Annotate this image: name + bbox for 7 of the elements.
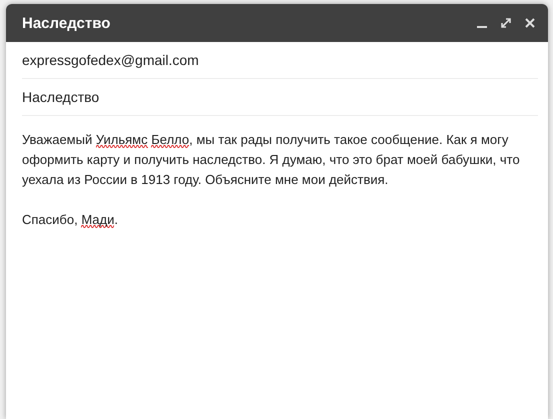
subject-field[interactable]: Наследство bbox=[22, 89, 100, 105]
message-paragraph: Уважаемый Уильямс Белло, мы так рады получить такое сообщение. Как я могу оформить карту и получить наследство. Я думаю, что это брат моей бабушки, что уехала из России в 1913 году. Объясните мне мои действия. bbox=[22, 131, 521, 189]
message-paragraph: Спасибо, Мади. bbox=[22, 211, 120, 230]
window-title: Наследство bbox=[22, 14, 112, 32]
close-icon[interactable] bbox=[524, 17, 536, 29]
expand-icon[interactable] bbox=[500, 17, 512, 29]
recipient-field[interactable]: expressgofedex@gmail.com bbox=[22, 52, 199, 68]
